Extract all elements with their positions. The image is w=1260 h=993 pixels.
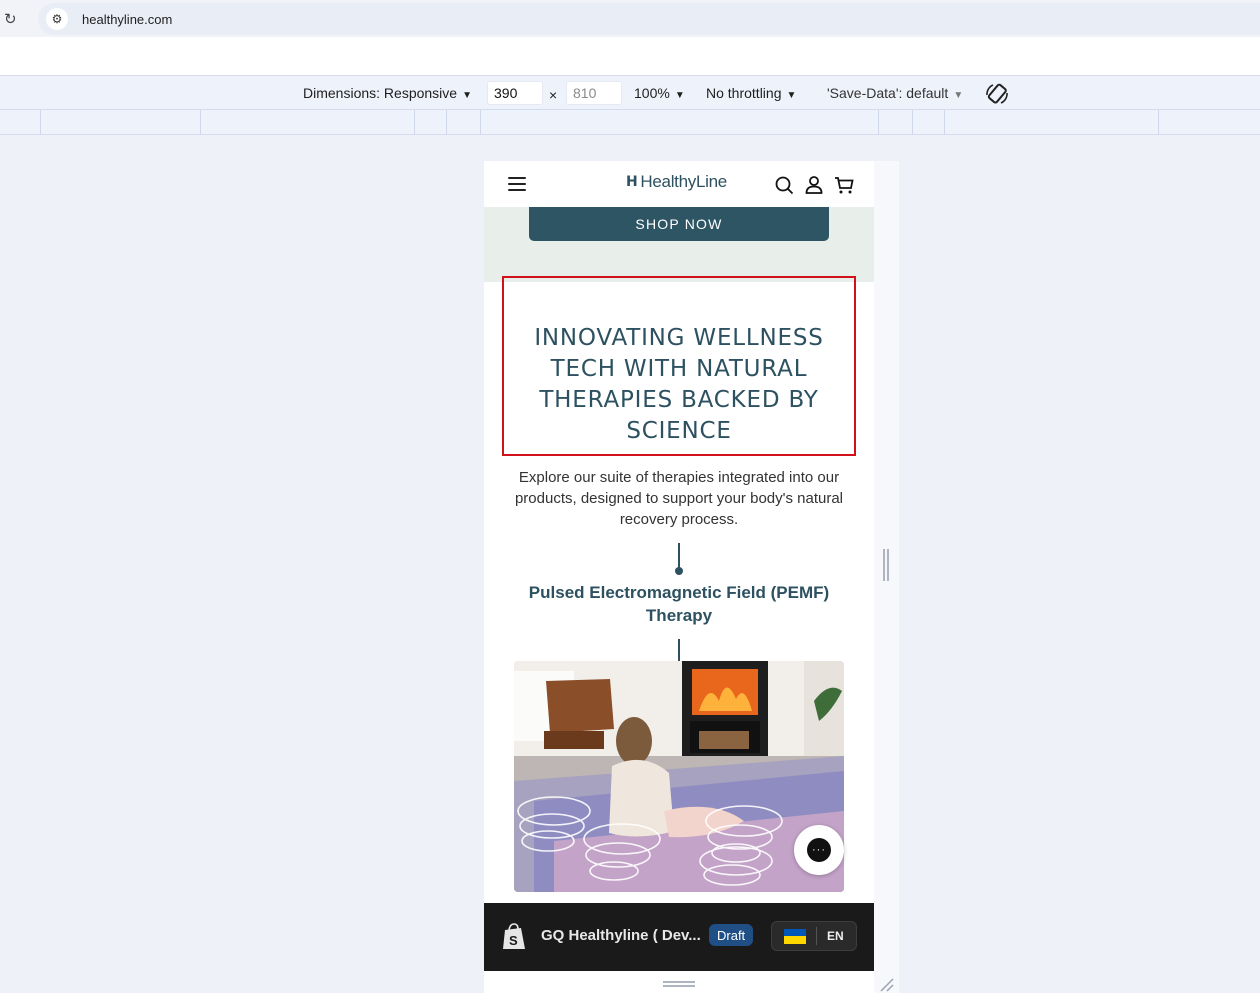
timeline-dot [675,567,683,575]
divider [816,927,817,945]
ruler-segment[interactable] [1158,110,1159,135]
url-text[interactable]: healthyline.com [82,12,172,27]
chevron-down-icon: ▼ [462,90,472,101]
shopify-bag-icon[interactable]: S [501,923,527,951]
highlighted-headline-box: INNOVATING WELLNESS TECH WITH NATURAL TH… [502,276,856,456]
site-header: H HealthyLine [484,161,874,207]
ruler-segment[interactable] [878,110,879,135]
healthyline-logo[interactable]: H HealthyLine [626,172,727,192]
language-code: EN [827,929,844,943]
throttling-label: No throttling [706,85,782,101]
resize-handle-right[interactable] [883,549,889,581]
language-selector[interactable]: EN [771,921,857,951]
timeline-line [678,639,680,661]
menu-icon[interactable] [508,177,526,191]
section-headline: INNOVATING WELLNESS TECH WITH NATURAL TH… [534,325,824,444]
logo-text: HealthyLine [640,172,727,191]
device-toolbar: Dimensions: Responsive ▼ 390 × 810 100% ▼ … [0,76,1260,110]
site-settings-icon[interactable]: ⚙ [46,8,68,30]
chevron-down-icon: ▼ [786,90,797,101]
dimensions-label: Dimensions: Responsive [303,85,458,101]
account-icon[interactable] [804,175,824,195]
search-icon[interactable] [774,175,794,195]
reload-icon[interactable]: ↻ [4,10,17,28]
ruler-segment[interactable] [446,110,447,135]
zoom-dropdown[interactable]: 100% ▼ [634,85,685,101]
logo-mark-icon: H [626,174,638,190]
address-bar[interactable]: ⚙ healthyline.com [38,3,1260,35]
chevron-down-icon: ▼ [674,90,685,101]
width-input[interactable]: 390 [487,81,543,105]
store-name: GQ Healthyline ( Dev... [541,927,701,944]
resize-handle-bottom[interactable] [663,981,695,987]
shop-now-button[interactable]: SHOP NOW [529,207,829,241]
cart-icon[interactable] [834,175,854,195]
svg-text:S: S [509,933,518,948]
ruler-segment[interactable] [40,110,41,135]
pemf-therapy-title: Pulsed Electromagnetic Field (PEMF) Ther… [528,583,830,625]
resize-corner-icon[interactable] [878,976,894,992]
chevron-down-icon: ▼ [953,90,964,101]
shopify-preview-bar: S GQ Healthyline ( Dev... Draft EN [484,903,874,971]
ruler-segment[interactable] [912,110,913,135]
rotate-icon[interactable] [984,81,1010,107]
throttling-dropdown[interactable]: No throttling ▼ [706,85,796,101]
draft-status-badge: Draft [709,924,754,946]
media-query-ruler [0,110,1260,135]
save-data-dropdown[interactable]: 'Save-Data': default ▼ [827,85,963,101]
chat-button[interactable]: ··· [794,825,844,875]
ruler-segment[interactable] [944,110,945,135]
ruler-segment[interactable] [414,110,415,135]
browser-top-bar: ↻ ⚙ healthyline.com [0,0,1260,37]
save-data-label: 'Save-Data': default [827,85,949,101]
ukraine-flag-icon [784,928,806,944]
browser-toolbar-strip [0,37,1260,76]
times-sign: × [549,87,558,103]
ruler-segment[interactable] [200,110,201,135]
intro-text: Explore our suite of therapies integrate… [514,469,844,528]
dimensions-dropdown[interactable]: Dimensions: Responsive ▼ [303,85,472,101]
device-viewport: H HealthyLine SHOP NOW INNOVATING WELLNE… [484,161,874,993]
hero-band: SHOP NOW [484,207,874,282]
height-input[interactable]: 810 [566,81,622,105]
chat-bubble-icon: ··· [807,838,831,862]
ruler-segment[interactable] [480,110,481,135]
zoom-label: 100% [634,85,670,101]
